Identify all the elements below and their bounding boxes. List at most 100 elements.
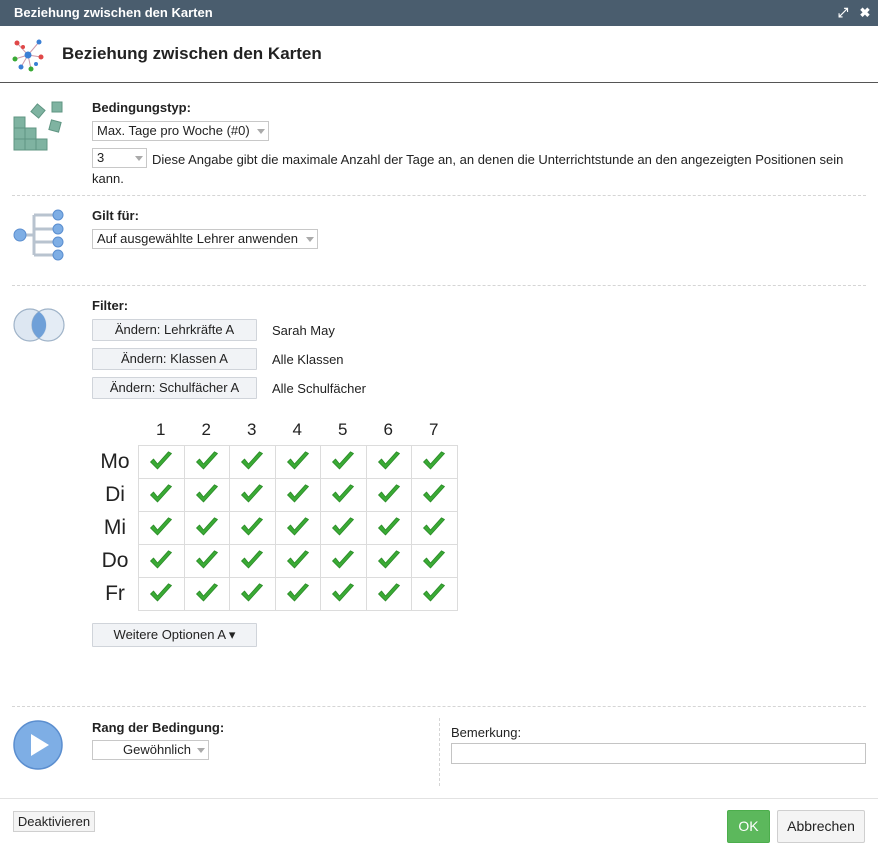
chevron-down-icon (197, 748, 205, 753)
venn-diagram-icon (13, 308, 65, 342)
grid-cell[interactable] (183, 511, 230, 545)
checkmark-icon (332, 582, 355, 601)
condition-description-cont: kann. (92, 171, 124, 186)
checkmark-icon (241, 549, 264, 568)
grid-cell[interactable] (183, 577, 230, 611)
rank-label: Rang der Bedingung: (92, 720, 225, 735)
checkmark-icon (423, 450, 446, 469)
grid-cell[interactable] (365, 544, 412, 578)
grid-row (138, 445, 458, 479)
grid-cell[interactable] (365, 577, 412, 611)
grid-cell[interactable] (229, 544, 276, 578)
checkmark-icon (195, 516, 218, 535)
grid-cell[interactable] (138, 544, 185, 578)
cancel-button[interactable]: Abbrechen (777, 810, 865, 843)
change-teachers-button[interactable]: Ändern: Lehrkräfte A (92, 319, 257, 341)
grid-cell[interactable] (320, 544, 367, 578)
grid-cell[interactable] (411, 544, 458, 578)
condition-type-select[interactable]: Max. Tage pro Woche (#0) (92, 121, 269, 141)
grid-cell[interactable] (411, 511, 458, 545)
checkmark-icon (195, 582, 218, 601)
checkmark-icon (423, 483, 446, 502)
checkmark-icon (150, 516, 173, 535)
period-header: 6 (383, 420, 393, 439)
checkmark-icon (150, 483, 173, 502)
window-title: Beziehung zwischen den Karten (14, 5, 213, 20)
checkmark-icon (377, 483, 400, 502)
day-header: Mo (100, 450, 130, 473)
day-header: Fr (105, 582, 125, 605)
grid-cell[interactable] (320, 577, 367, 611)
teachers-filter-value: Sarah May (272, 323, 335, 338)
checkmark-icon (195, 549, 218, 568)
subjects-filter-value: Alle Schulfächer (272, 381, 366, 396)
checkmark-icon (150, 582, 173, 601)
grid-cell[interactable] (183, 478, 230, 512)
dialog-title: Beziehung zwischen den Karten (62, 44, 322, 63)
max-days-select[interactable]: 3 (92, 148, 147, 168)
checkmark-icon (241, 450, 264, 469)
close-icon[interactable]: ✖ (857, 0, 873, 26)
remark-input[interactable] (451, 743, 866, 764)
grid-cell[interactable] (138, 577, 185, 611)
grid-cell[interactable] (411, 478, 458, 512)
deactivate-button[interactable]: Deaktivieren (13, 811, 95, 832)
window-titlebar: Beziehung zwischen den Karten ⤢ ✖ (0, 0, 878, 26)
grid-cell[interactable] (320, 511, 367, 545)
grid-cell[interactable] (274, 511, 321, 545)
grid-cell[interactable] (411, 577, 458, 611)
condition-type-label: Bedingungstyp: (92, 100, 191, 115)
more-options-button[interactable]: Weitere Optionen A ▾ (92, 623, 257, 647)
checkmark-icon (423, 582, 446, 601)
checkmark-icon (241, 516, 264, 535)
grid-cell[interactable] (411, 445, 458, 479)
grid-cell[interactable] (183, 544, 230, 578)
checkmark-icon (241, 483, 264, 502)
grid-row (138, 511, 458, 545)
timetable-grid (138, 445, 458, 611)
grid-cell[interactable] (365, 511, 412, 545)
play-icon (13, 720, 63, 770)
checkmark-icon (150, 450, 173, 469)
checkmark-icon (332, 516, 355, 535)
grid-cell[interactable] (229, 478, 276, 512)
grid-cell[interactable] (274, 478, 321, 512)
footer-divider (0, 798, 878, 799)
grid-cell[interactable] (365, 445, 412, 479)
checkmark-icon (377, 582, 400, 601)
rank-select[interactable]: Gewöhnlich (92, 740, 209, 760)
grid-cell[interactable] (183, 445, 230, 479)
grid-cell[interactable] (320, 478, 367, 512)
ok-button[interactable]: OK (727, 810, 770, 843)
period-header: 7 (429, 420, 439, 439)
grid-cell[interactable] (229, 511, 276, 545)
change-classes-button[interactable]: Ändern: Klassen A (92, 348, 257, 370)
checkmark-icon (377, 450, 400, 469)
grid-cell[interactable] (138, 478, 185, 512)
grid-cell[interactable] (274, 544, 321, 578)
remark-label: Bemerkung: (451, 725, 522, 740)
applies-to-select[interactable]: Auf ausgewählte Lehrer anwenden (92, 229, 318, 249)
checkmark-icon (286, 582, 309, 601)
grid-cell[interactable] (229, 445, 276, 479)
grid-cell[interactable] (138, 511, 185, 545)
grid-cell[interactable] (365, 478, 412, 512)
grid-row (138, 544, 458, 578)
grid-cell[interactable] (320, 445, 367, 479)
grid-cell[interactable] (274, 445, 321, 479)
grid-cell[interactable] (138, 445, 185, 479)
tree-branch-icon (13, 209, 64, 261)
blocks-icon (13, 101, 63, 151)
chevron-down-icon (135, 156, 143, 161)
grid-cell[interactable] (229, 577, 276, 611)
section-divider (12, 195, 866, 196)
checkmark-icon (195, 450, 218, 469)
grid-row (138, 478, 458, 512)
change-subjects-button[interactable]: Ändern: Schulfächer A (92, 377, 257, 399)
chevron-down-icon (306, 237, 314, 242)
day-header: Di (105, 483, 125, 506)
period-header: 5 (338, 420, 348, 439)
expand-arrows-icon[interactable]: ⤢ (835, 0, 851, 26)
period-header: 1 (156, 420, 166, 439)
grid-cell[interactable] (274, 577, 321, 611)
